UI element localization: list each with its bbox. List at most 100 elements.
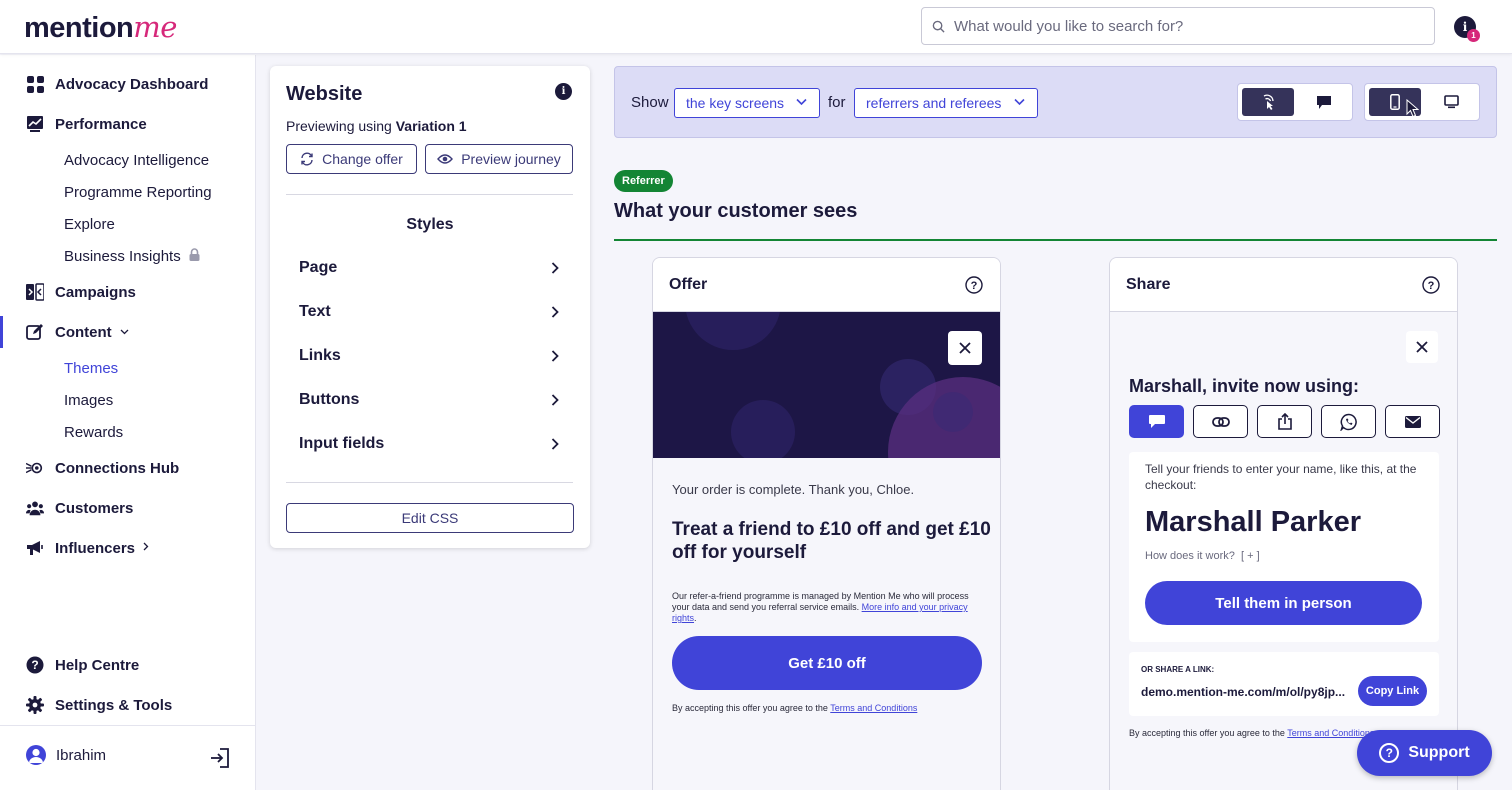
sidebar-subitem-images[interactable]: Images (64, 388, 113, 412)
share-in-person-button[interactable] (1129, 405, 1184, 438)
for-label: for (828, 94, 846, 111)
style-row-buttons[interactable]: Buttons (299, 388, 559, 412)
help-circle-icon: ? (1379, 743, 1400, 763)
preview-journey-button[interactable]: Preview journey (425, 144, 573, 174)
style-row-links[interactable]: Links (299, 344, 559, 368)
sidebar-item-customers[interactable]: Customers (0, 492, 255, 524)
chart-icon (26, 115, 44, 133)
share-native-button[interactable] (1257, 405, 1312, 438)
audience-select[interactable]: referrers and referees (854, 88, 1038, 118)
chat-channel-toggle[interactable] (1298, 88, 1350, 116)
info-icon[interactable]: i (555, 83, 572, 100)
eye-icon (437, 154, 454, 164)
dashboard-icon (26, 75, 44, 93)
terms-link[interactable]: Terms and Conditions (830, 703, 917, 713)
referrer-badge: Referrer (614, 170, 673, 192)
support-button[interactable]: ? Support (1357, 730, 1492, 776)
sidebar-subitem-themes[interactable]: Themes (64, 356, 118, 380)
sidebar-item-help-centre[interactable]: ? Help Centre (0, 649, 255, 681)
sidebar-subitem-programme-reporting[interactable]: Programme Reporting (64, 180, 212, 204)
sidebar-item-campaigns[interactable]: Campaigns (0, 276, 255, 308)
desktop-icon (1443, 95, 1459, 109)
preview-filter-bar: Show the key screens for referrers and r… (614, 66, 1497, 138)
search-box[interactable] (921, 7, 1435, 45)
web-channel-toggle[interactable] (1242, 88, 1294, 116)
chevron-down-icon (120, 326, 129, 338)
gear-icon (26, 696, 44, 714)
referrer-name: Marshall Parker (1145, 506, 1362, 538)
edit-css-button[interactable]: Edit CSS (286, 503, 574, 533)
share-close-button[interactable] (1406, 331, 1438, 363)
sidebar-item-connections-hub[interactable]: Connections Hub (0, 452, 255, 484)
whatsapp-icon (1339, 413, 1357, 431)
logout-icon[interactable] (209, 747, 231, 774)
share-email-button[interactable] (1385, 405, 1440, 438)
style-row-input-fields[interactable]: Input fields (299, 432, 559, 456)
terms-link[interactable]: Terms and Conditions (1287, 728, 1374, 738)
desktop-device-toggle[interactable] (1425, 88, 1477, 116)
notifications-icon[interactable]: i 1 (1454, 16, 1480, 42)
offer-fine-print: Our refer-a-friend programme is managed … (672, 591, 969, 623)
svg-text:?: ? (1428, 280, 1435, 292)
chevron-right-icon (551, 394, 559, 406)
chevron-down-icon (796, 98, 807, 106)
offer-close-button[interactable] (948, 331, 982, 365)
website-style-panel: Website i Previewing using Variation 1 C… (270, 66, 590, 548)
email-icon (1404, 415, 1421, 428)
share-whatsapp-button[interactable] (1321, 405, 1376, 438)
share-card-header: Share ? (1110, 258, 1457, 312)
customers-icon (26, 499, 44, 517)
tell-in-person-button[interactable]: Tell them in person (1145, 581, 1422, 625)
style-row-page[interactable]: Page (299, 256, 559, 280)
sidebar-item-content[interactable]: Content (0, 316, 255, 348)
notification-count-badge: 1 (1467, 29, 1480, 42)
device-toggle-group (1364, 83, 1480, 121)
mention-me-logo[interactable]: mentionme (24, 10, 177, 45)
sidebar-item-influencers[interactable]: Influencers (0, 532, 255, 564)
previewing-variation: Previewing using Variation 1 (286, 118, 467, 134)
user-profile[interactable]: Ibrahim (26, 745, 106, 765)
share-link-button[interactable] (1193, 405, 1248, 438)
svg-text:?: ? (971, 280, 978, 292)
offer-card: Offer ? Your order is complete. Thank yo… (652, 257, 1001, 790)
show-label: Show (631, 94, 669, 111)
chat-icon (1148, 415, 1165, 428)
sidebar-subitem-business-insights[interactable]: Business Insights (64, 244, 200, 268)
sidebar-subitem-explore[interactable]: Explore (64, 212, 115, 236)
invite-title: Marshall, invite now using: (1129, 376, 1360, 396)
sidebar-item-performance[interactable]: Performance (0, 108, 255, 140)
offer-card-title: Offer (669, 276, 708, 293)
link-icon (1211, 416, 1230, 427)
styles-heading: Styles (406, 216, 454, 233)
offer-banner-image (653, 312, 1000, 458)
share-link-box: OR SHARE A LINK: demo.mention-me.com/m/o… (1129, 652, 1439, 716)
style-row-text[interactable]: Text (299, 300, 559, 324)
close-icon (959, 342, 971, 354)
get-offer-button[interactable]: Get £10 off (672, 636, 982, 690)
help-circle-icon[interactable]: ? (965, 276, 983, 294)
offer-card-header: Offer ? (653, 258, 1000, 312)
sidebar-item-advocacy-dashboard[interactable]: Advocacy Dashboard (0, 68, 255, 100)
sidebar-subitem-advocacy-intelligence[interactable]: Advocacy Intelligence (64, 148, 209, 172)
panel-divider (286, 194, 573, 195)
or-share-label: OR SHARE A LINK: (1141, 665, 1215, 674)
share-icon (1277, 413, 1292, 430)
screens-select[interactable]: the key screens (674, 88, 820, 118)
how-it-works-toggle[interactable]: How does it work? [ + ] (1145, 550, 1260, 562)
svg-text:?: ? (31, 658, 38, 672)
chevron-right-icon (551, 438, 559, 450)
sidebar-item-settings-tools[interactable]: Settings & Tools (0, 689, 255, 721)
chevron-right-icon (551, 306, 559, 318)
sidebar-divider (0, 725, 255, 726)
pointer-icon (1263, 94, 1274, 110)
copy-link-button[interactable]: Copy Link (1358, 676, 1427, 706)
sidebar-subitem-rewards[interactable]: Rewards (64, 420, 123, 444)
offer-terms-text: By accepting this offer you agree to the… (672, 703, 918, 713)
help-circle-icon[interactable]: ? (1422, 276, 1440, 294)
chevron-right-icon (551, 262, 559, 274)
search-input[interactable] (954, 17, 1414, 35)
chat-icon (1317, 95, 1331, 109)
avatar (26, 745, 46, 765)
share-card-title: Share (1126, 276, 1171, 293)
change-offer-button[interactable]: Change offer (286, 144, 417, 174)
